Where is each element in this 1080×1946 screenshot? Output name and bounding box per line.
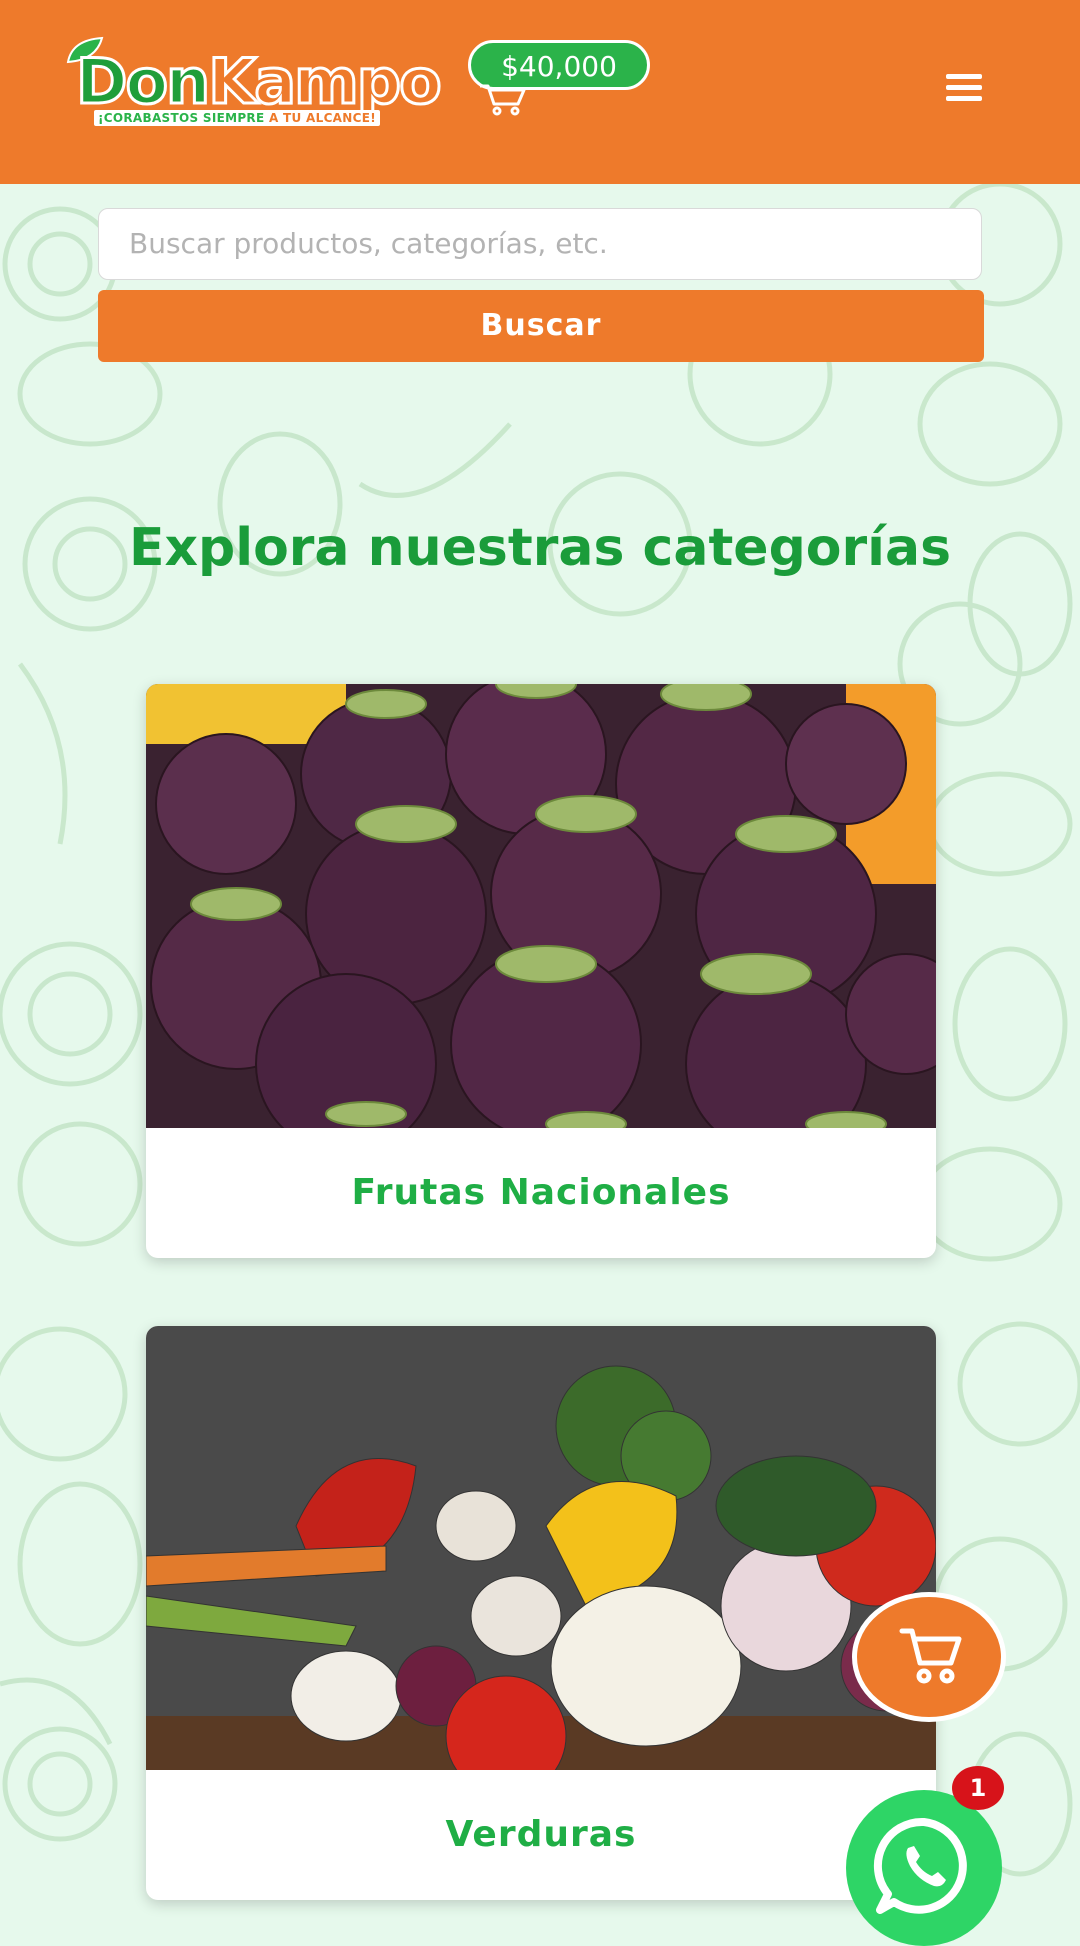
donkampo-logo[interactable]: DonKampo ¡CORABASTOS SIEMPRE A TU ALCANC… bbox=[60, 32, 443, 130]
mangosteen-fruit-image bbox=[146, 684, 936, 1128]
logo-tagline: ¡CORABASTOS SIEMPRE A TU ALCANCE! bbox=[94, 110, 380, 126]
shopping-cart-icon bbox=[899, 1628, 962, 1684]
category-card-frutas[interactable]: Frutas Nacionales bbox=[146, 684, 936, 1258]
categories-title: Explora nuestras categorías bbox=[128, 518, 952, 578]
vegetables-image bbox=[146, 1326, 936, 1770]
category-card-verduras[interactable]: Verduras bbox=[146, 1326, 936, 1900]
search-button[interactable]: Buscar bbox=[98, 290, 984, 362]
top-header-bar: DonKampo ¡CORABASTOS SIEMPRE A TU ALCANC… bbox=[0, 0, 1080, 184]
shopping-cart-icon[interactable] bbox=[478, 82, 528, 116]
hamburger-menu-icon[interactable] bbox=[946, 74, 982, 104]
menu-line bbox=[946, 96, 982, 101]
category-label: Frutas Nacionales bbox=[351, 1172, 731, 1213]
category-label: Verduras bbox=[445, 1814, 637, 1855]
logo-tagline-text: ¡CORABASTOS SIEMPRE bbox=[98, 111, 265, 125]
menu-line bbox=[946, 74, 982, 79]
logo-kampo: Kampo bbox=[207, 44, 443, 120]
whatsapp-icon bbox=[873, 1817, 967, 1914]
logo-tagline-highlight: A TU ALCANCE! bbox=[268, 111, 376, 125]
whatsapp-button[interactable] bbox=[846, 1790, 1002, 1946]
search-input[interactable]: Buscar productos, categorías, etc. bbox=[98, 208, 982, 280]
menu-line bbox=[946, 85, 982, 90]
floating-cart-button[interactable] bbox=[852, 1592, 1006, 1722]
logo-don: Don bbox=[74, 44, 211, 120]
notification-badge: 1 bbox=[952, 1766, 1004, 1810]
